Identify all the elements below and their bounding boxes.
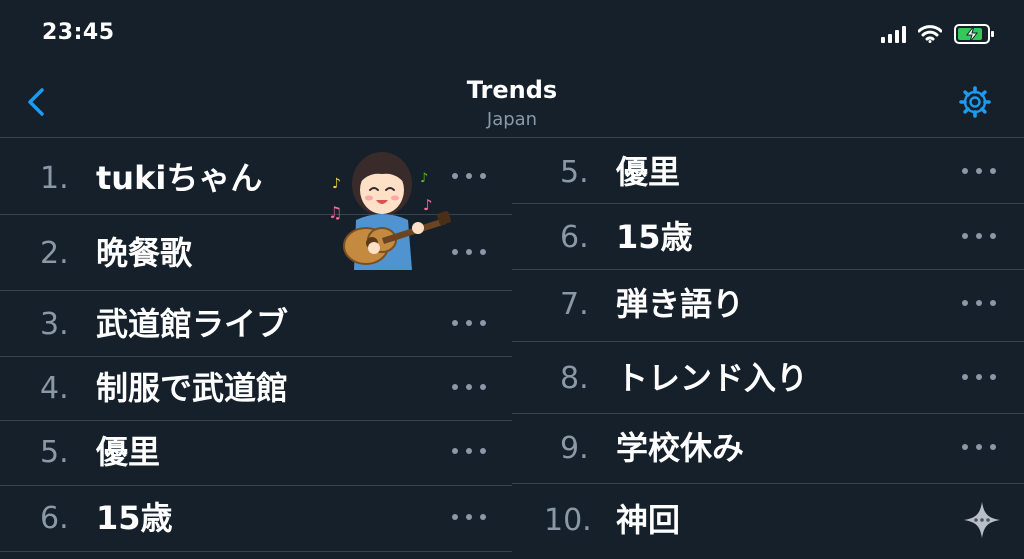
more-options-button[interactable] [452,317,486,329]
trend-list-right: 5. 優里 6. 15歳 7. 弾き語り 8. トレンド入り 9. 学校休み 1… [512,138,1024,557]
svg-text:♪: ♪ [423,196,433,214]
more-options-button[interactable] [452,246,486,258]
trend-row[interactable]: 5. 優里 [512,138,1024,204]
more-options-button[interactable] [452,170,486,182]
more-options-button[interactable] [452,381,486,393]
trend-rank: 9. [560,431,589,466]
trend-rank: 5. [560,155,589,190]
trend-term: トレンド入り [616,359,809,397]
girl-playing-guitar-illustration: ♪ ♫ ♪ ♪ [328,152,452,270]
trend-row[interactable]: 8. トレンド入り [512,342,1024,414]
trend-term: 神回 [616,501,681,539]
trend-rank: 6. [40,501,69,536]
trend-row[interactable]: 4. 制服で武道館 [0,357,512,421]
trend-term: 学校休み [616,429,745,467]
more-options-button[interactable] [452,445,486,457]
trend-rank: 1. [40,161,69,196]
more-options-button[interactable] [962,230,996,242]
status-icons [881,22,996,46]
wifi-icon [918,25,942,43]
svg-text:♫: ♫ [328,203,342,222]
more-options-button[interactable] [962,441,996,453]
trend-term: tukiちゃん [96,159,263,197]
trend-rank: 6. [560,220,589,255]
page-title: Trends [466,76,558,104]
trend-rank: 10. [544,503,592,538]
trend-rank: 2. [40,236,69,271]
more-options-button[interactable] [962,297,996,309]
trend-row[interactable]: 5. 優里 [0,421,512,486]
trend-row[interactable]: 6. 15歳 [512,204,1024,270]
trend-rank: 5. [40,435,69,470]
trend-row[interactable]: 9. 学校休み [512,414,1024,484]
trends-screen: 23:45 Trends Japan 1. tukiちゃん 2. 晩餐歌 3. … [0,0,1024,559]
battery-charging-icon [954,24,994,44]
page-subtitle: Japan [486,109,538,130]
signal-icon [881,25,906,43]
trend-term: 弾き語り [616,285,745,323]
trend-row[interactable]: 10. 神回 [512,484,1024,557]
trend-row[interactable]: 6. 15歳 [0,486,512,552]
trend-rank: 7. [560,287,589,322]
trend-rank: 3. [40,307,69,342]
more-options-button[interactable] [962,371,996,383]
sparkle-icon [964,502,1000,538]
gear-icon [959,86,991,118]
trend-term: 15歳 [616,218,693,256]
trend-term: 制服で武道館 [96,369,289,407]
settings-button[interactable] [958,85,992,119]
trend-term: 武道館ライブ [96,305,289,343]
trend-term: 15歳 [96,499,173,537]
trend-term: 優里 [616,153,681,191]
more-options-button[interactable] [962,165,996,177]
trend-term: 晩餐歌 [96,234,193,272]
svg-text:♪: ♪ [332,176,341,192]
trend-row[interactable]: 3. 武道館ライブ [0,291,512,357]
trend-rank: 4. [40,371,69,406]
trend-rank: 8. [560,361,589,396]
status-time: 23:45 [42,20,115,45]
trend-term: 優里 [96,433,161,471]
sparkle-button[interactable] [962,500,1002,540]
trend-row[interactable]: 7. 弾き語り [512,270,1024,342]
svg-text:♪: ♪ [420,171,428,186]
more-options-button[interactable] [452,511,486,523]
